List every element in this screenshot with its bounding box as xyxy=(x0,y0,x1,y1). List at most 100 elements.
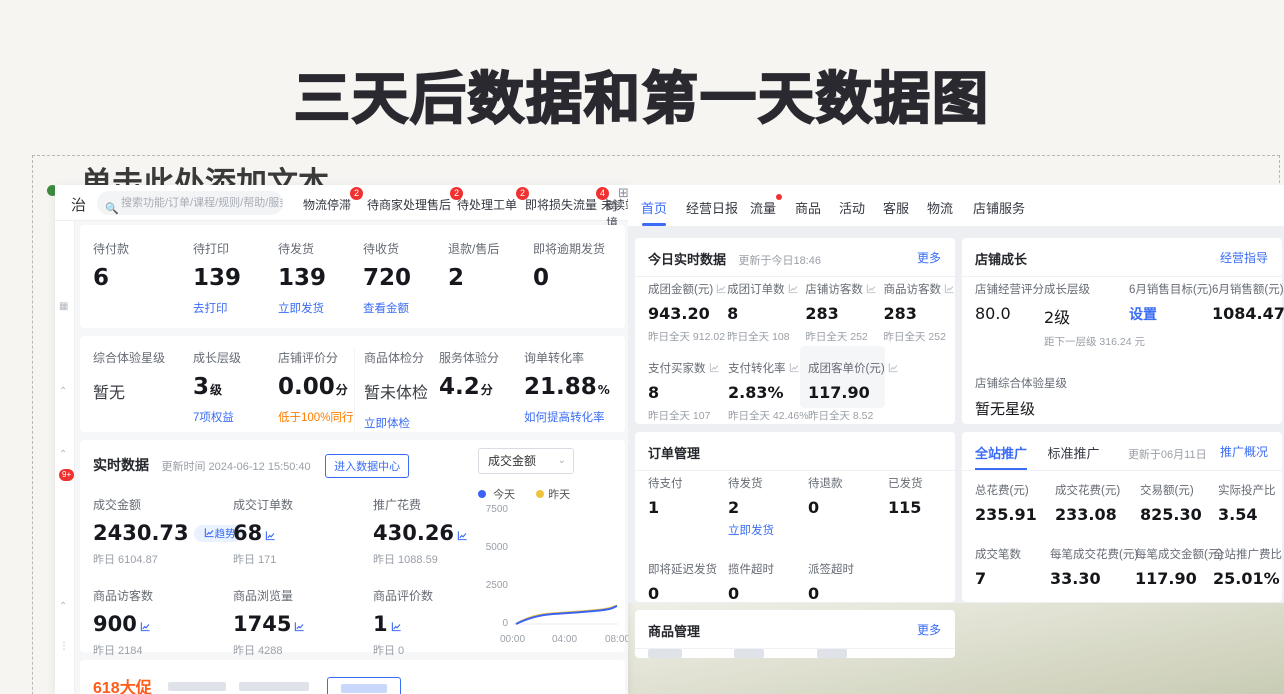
chart-x-axis: 00:00 04:00 08:00 xyxy=(500,634,628,646)
tab-standard-promo[interactable]: 标准推广 xyxy=(1047,443,1099,462)
trend-icon[interactable] xyxy=(140,621,151,632)
trend-icon[interactable] xyxy=(265,530,276,541)
below-peers-link[interactable]: 低于100%同行 xyxy=(278,409,353,425)
health-check-link[interactable]: 立即体检 xyxy=(364,415,410,431)
view-amount-link[interactable]: 查看金额 xyxy=(363,300,409,316)
chart-y-axis: 7500 5000 2500 0 xyxy=(478,502,508,632)
legend-dot-today xyxy=(478,490,486,498)
nav-item-aftersale[interactable]: 待商家处理售后 2 xyxy=(367,196,451,213)
search-input[interactable]: 🔍 搜索功能/订单/课程/规则/帮助/服务 xyxy=(97,191,283,215)
tab-home[interactable]: 首页 xyxy=(641,198,667,217)
promo-action-button[interactable] xyxy=(327,677,401,694)
tab-shop-service[interactable]: 店铺服务 xyxy=(973,198,1025,217)
improve-conversion-link[interactable]: 如何提高转化率 xyxy=(524,409,605,425)
realtime-updated: 更新时间 2024-06-12 15:50:40 xyxy=(161,461,310,473)
realtime-title: 实时数据 xyxy=(93,455,149,475)
tab-service[interactable]: 客服 xyxy=(883,198,909,217)
left-dashboard: 治 🔍 搜索功能/订单/课程/规则/帮助/服务 物流停滞 2 待商家处理售后 2… xyxy=(55,185,628,694)
growth-metric: 6月销售目标(元) 设置 xyxy=(1129,281,1212,349)
growth-metric: 6月销售额(元) 1084.47 xyxy=(1212,281,1284,349)
promo-metric: 总花费(元) 235.91 xyxy=(975,482,1055,524)
chevron-up-icon[interactable]: ⌃ xyxy=(59,386,67,397)
series-yesterday xyxy=(516,606,617,625)
promo-overview-link[interactable]: 推广概况 xyxy=(1220,443,1268,460)
chart-metric-select[interactable]: 成交金额 ⌄ xyxy=(478,448,574,474)
tab-daily-report[interactable]: 经营日报 xyxy=(686,198,738,217)
collapse-icon[interactable]: ⋮ xyxy=(59,641,69,652)
order-metric: 已发货 115 xyxy=(888,475,923,539)
tab-traffic[interactable]: 流量 xyxy=(750,198,776,217)
more-link[interactable]: 更多 xyxy=(917,249,941,266)
growth-metric: 店铺经营评分 80.0 xyxy=(975,281,1044,349)
order-metric: 待退款 0 xyxy=(808,475,888,539)
promo-metric: 实际投产比 3.54 xyxy=(1218,482,1276,524)
trend-icon[interactable] xyxy=(888,362,899,373)
guidance-link[interactable]: 经营指导 xyxy=(1220,249,1268,266)
star-label: 店铺综合体验星级 xyxy=(975,375,1282,391)
ship-now-link[interactable]: 立即发货 xyxy=(728,522,774,538)
more-link[interactable]: 更多 xyxy=(917,621,941,638)
trend-icon[interactable] xyxy=(294,621,305,632)
order-metric: 揽件超时 0 xyxy=(728,561,808,603)
today-metric: 成团金额(元) 943.20 昨日全天 912.02 xyxy=(648,281,727,344)
today-metric: 支付买家数 8 昨日全天 107 xyxy=(648,360,728,423)
trend-icon[interactable] xyxy=(944,283,955,294)
realtime-metric: 推广花费 430.26 昨日 1088.59 xyxy=(373,496,468,567)
sidebar-badge: 9+ xyxy=(59,469,74,481)
star-value: 暂无星级 xyxy=(975,398,1282,419)
search-placeholder: 搜索功能/订单/课程/规则/帮助/服务 xyxy=(121,197,283,209)
realtime-metric: 商品评价数 1 昨日 0 xyxy=(373,587,433,658)
trend-icon[interactable] xyxy=(709,362,720,373)
left-header: 治 🔍 搜索功能/订单/课程/规则/帮助/服务 物流停滞 2 待商家处理售后 2… xyxy=(55,185,628,221)
badge: 2 xyxy=(350,187,363,200)
order-management-card: 订单管理 待支付 1 待发货 2 立即发货 待退款 0 已发货 xyxy=(635,432,955,602)
chevron-up-icon[interactable]: ⌃ xyxy=(59,601,67,612)
data-center-button[interactable]: 进入数据中心 xyxy=(325,454,409,478)
logo-text: 治 xyxy=(71,194,86,215)
ship-now-link[interactable]: 立即发货 xyxy=(278,300,324,316)
grade-metric: 成长层级 3级 7项权益 xyxy=(193,349,278,432)
grade-metric: 服务体验分 4.2分 xyxy=(439,349,524,432)
trend-icon[interactable] xyxy=(866,283,877,294)
promo-618-card: 618大促 xyxy=(80,660,625,694)
tab-sitewide-promo[interactable]: 全站推广 xyxy=(975,443,1027,470)
blurred-text xyxy=(168,682,226,691)
promo-metric: 成交花费(元) 233.08 xyxy=(1055,482,1140,524)
promo-618-title: 618大促 xyxy=(93,680,152,694)
trend-icon[interactable] xyxy=(391,621,402,632)
print-link[interactable]: 去打印 xyxy=(193,300,228,316)
todo-card: 待付款 6 待打印 139 去打印 待发货 139 立即发货 待收货 720 查… xyxy=(80,225,625,328)
blurred-text xyxy=(239,682,309,691)
realtime-metric: 成交订单数 68 昨日 171 xyxy=(233,496,373,567)
order-metric: 派签超时 0 xyxy=(808,561,854,603)
grade-metric: 询单转化率 21.88% 如何提高转化率 xyxy=(524,349,610,432)
tab-logistics[interactable]: 物流 xyxy=(927,198,953,217)
realtime-metric: 商品浏览量 1745 昨日 4288 xyxy=(233,587,373,658)
trend-icon[interactable] xyxy=(457,530,468,541)
set-target-link[interactable]: 设置 xyxy=(1129,304,1157,324)
todo-metric: 待打印 139 去打印 xyxy=(193,240,278,317)
realtime-metric: 成交金额 2430.73趋势 昨日 6104.87 xyxy=(93,496,233,567)
trend-icon[interactable] xyxy=(716,283,727,294)
chevron-up-icon[interactable]: ⌃ xyxy=(59,449,67,460)
trend-icon[interactable] xyxy=(789,362,800,373)
today-metric: 商品访客数 283 昨日全天 252 xyxy=(883,281,955,344)
page: 三天后数据和第一天数据图 单击此处添加文本 治 🔍 搜索功能/订单/课程/规则/… xyxy=(0,0,1284,694)
menu-grid-icon[interactable]: ▦ xyxy=(59,301,68,312)
benefits-link[interactable]: 7项权益 xyxy=(193,409,234,425)
nav-item-traffic-loss[interactable]: 即将损失流量 4 xyxy=(525,196,597,213)
tab-activity[interactable]: 活动 xyxy=(839,198,865,217)
nav-item-logistics[interactable]: 物流停滞 2 xyxy=(303,196,351,213)
shop-growth-card: 店铺成长 经营指导 店铺经营评分 80.0 成长层级 2级 距下一层级 316.… xyxy=(962,238,1282,424)
trend-icon[interactable] xyxy=(788,283,799,294)
grade-metric: 商品体检分 暂未体检 立即体检 xyxy=(354,349,439,432)
promo-metric: 每笔成交花费(元) 33.30 xyxy=(1050,546,1135,588)
nav-item-ticket[interactable]: 待处理工单 2 xyxy=(457,196,517,213)
growth-metric: 成长层级 2级 距下一层级 316.24 元 xyxy=(1044,281,1129,349)
today-metric: 店铺访客数 283 昨日全天 252 xyxy=(805,281,883,344)
today-metric: 成团订单数 8 昨日全天 108 xyxy=(727,281,805,344)
todo-metric: 待付款 6 xyxy=(93,240,193,317)
order-metric: 即将延迟发货 0 xyxy=(648,561,728,603)
todo-metric: 待发货 139 立即发货 xyxy=(278,240,363,317)
tab-goods[interactable]: 商品 xyxy=(795,198,821,217)
